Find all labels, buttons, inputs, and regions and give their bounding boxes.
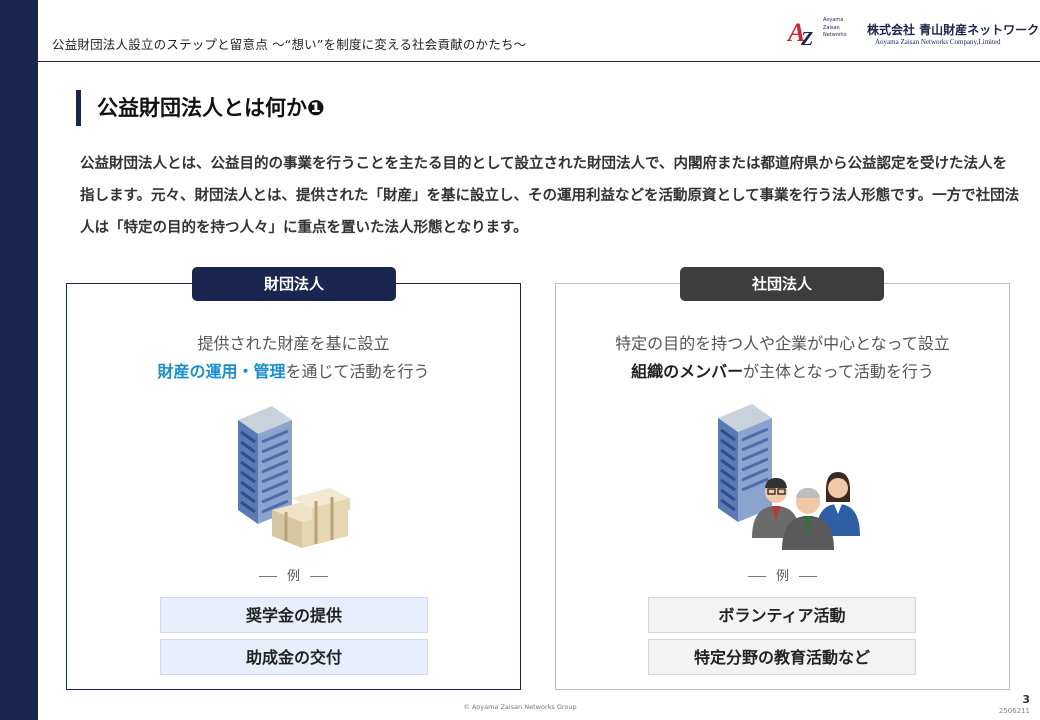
header-divider bbox=[38, 61, 1040, 62]
foundation-example-label: 例 bbox=[66, 565, 521, 584]
az-logo-mark-icon: A Z bbox=[787, 18, 813, 48]
foundation-desc-rest: を通じて活動を行う bbox=[285, 362, 430, 381]
association-desc-rest: が主体となって活動を行う bbox=[743, 362, 934, 381]
logo-mark-line: Zaisan bbox=[823, 24, 840, 31]
page-number: 3 bbox=[1022, 693, 1030, 706]
logo-mark-line: Networks bbox=[823, 32, 847, 38]
association-example-item: ボランティア活動 bbox=[648, 597, 916, 633]
foundation-example-item: 助成金の交付 bbox=[160, 639, 428, 675]
company-name-jp: 株式会社 青山財産ネットワークス bbox=[867, 23, 1040, 37]
logo-mark-line: Aoyama bbox=[823, 17, 844, 23]
foundation-desc-line2: 財産の運用・管理を通じて活動を行う bbox=[66, 358, 521, 386]
association-description: 特定の目的を持つ人や企業が中心となって設立 組織のメンバーが主体となって活動を行… bbox=[555, 330, 1010, 386]
foundation-description: 提供された財産を基に設立 財産の運用・管理を通じて活動を行う bbox=[66, 330, 521, 386]
association-desc-highlight: 組織のメンバー bbox=[631, 362, 744, 381]
building-and-people-icon bbox=[718, 404, 860, 550]
intro-paragraph: 公益財団法人とは、公益目的の事業を行うことを主たる目的として設立された財団法人で… bbox=[80, 156, 1020, 236]
dash-left bbox=[747, 576, 766, 577]
document-code: 2506211 bbox=[998, 707, 1030, 715]
dash-right bbox=[799, 576, 817, 577]
side-accent-bar bbox=[0, 0, 38, 720]
foundation-badge: 財団法人 bbox=[192, 267, 396, 301]
example-text: 例 bbox=[286, 569, 300, 584]
building-and-money-icon bbox=[238, 406, 350, 548]
dash-right bbox=[310, 576, 328, 577]
company-logo: A Z Aoyama Zaisan Networks 株式会社 青山財産ネットワ… bbox=[787, 16, 1040, 50]
association-example-label: 例 bbox=[555, 565, 1010, 584]
company-name-en: Aoyama Zaisan Networks Company,Limited bbox=[875, 38, 1001, 46]
footer-copyright: © Aoyama Zaisan Networks Group bbox=[463, 703, 577, 711]
association-desc-line2: 組織のメンバーが主体となって活動を行う bbox=[555, 358, 1010, 386]
svg-text:Z: Z bbox=[800, 28, 813, 48]
header-title: 公益財団法人設立のステップと留意点 〜“想い”を制度に変える社会貢献のかたち〜 bbox=[52, 37, 527, 52]
section-title: 公益財団法人とは何か❶ bbox=[76, 90, 325, 126]
example-text: 例 bbox=[775, 569, 789, 584]
foundation-desc-highlight: 財産の運用・管理 bbox=[157, 362, 286, 381]
foundation-example-item: 奨学金の提供 bbox=[160, 597, 428, 633]
logo-mark-text: Aoyama Zaisan Networks bbox=[823, 17, 846, 40]
association-desc-line1: 特定の目的を持つ人や企業が中心となって設立 bbox=[615, 334, 950, 353]
dash-left bbox=[258, 576, 277, 577]
association-badge: 社団法人 bbox=[680, 267, 884, 301]
foundation-desc-line1: 提供された財産を基に設立 bbox=[197, 334, 390, 353]
association-example-item: 特定分野の教育活動など bbox=[648, 639, 916, 675]
